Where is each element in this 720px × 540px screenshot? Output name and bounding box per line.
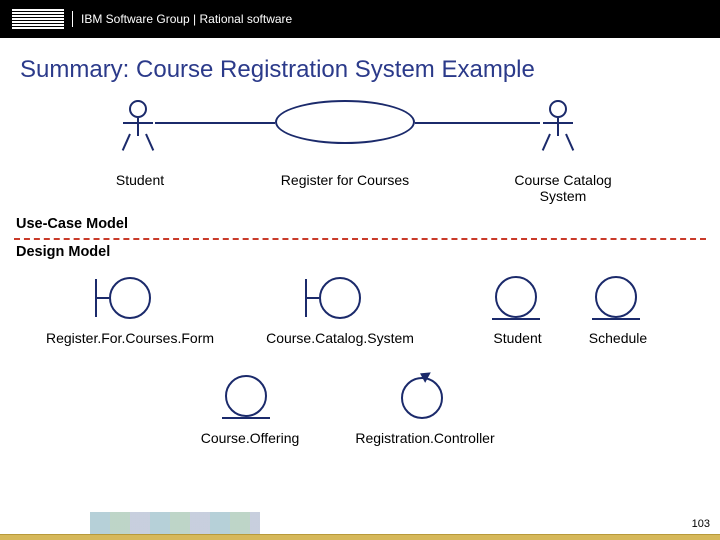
model-divider-line [14,238,706,240]
association-line [415,122,540,124]
actor-label-student: Student [100,172,180,188]
entity-baseline [222,417,270,419]
header-divider [72,11,73,27]
footer-ornament-icon [90,512,260,534]
actor-catalog-icon [540,100,576,156]
actor-student-icon [120,100,156,156]
association-line [155,122,275,124]
class-label-registration-controller: Registration.Controller [345,430,505,446]
header-bar: IBM Software Group | Rational software [0,0,720,38]
ibm-logo-icon [12,9,64,29]
entity-icon [495,276,537,318]
class-label-student: Student [480,330,555,346]
control-icon [398,373,446,421]
entity-icon [225,375,267,417]
boundary-icon [95,275,157,321]
entity-icon [595,276,637,318]
class-label-register-form: Register.For.Courses.Form [30,330,230,346]
class-label-schedule: Schedule [578,330,658,346]
entity-baseline [492,318,540,320]
class-label-course-offering: Course.Offering [180,430,320,446]
boundary-icon [305,275,367,321]
header-breadcrumb: IBM Software Group | Rational software [81,12,292,26]
footer-stripe [0,534,720,540]
slide-number: 103 [692,518,710,530]
entity-baseline [592,318,640,320]
diagram-canvas: Student Register for Courses Course Cata… [0,90,720,510]
actor-label-catalog: Course Catalog System [498,172,628,204]
section-label-design: Design Model [16,244,110,260]
page-title: Summary: Course Registration System Exam… [0,38,720,90]
usecase-label: Register for Courses [265,172,425,188]
usecase-ellipse-icon [275,100,415,144]
footer: 103 [0,510,720,540]
section-label-usecase: Use-Case Model [16,216,128,232]
class-label-catalog-system: Course.Catalog.System [255,330,425,346]
